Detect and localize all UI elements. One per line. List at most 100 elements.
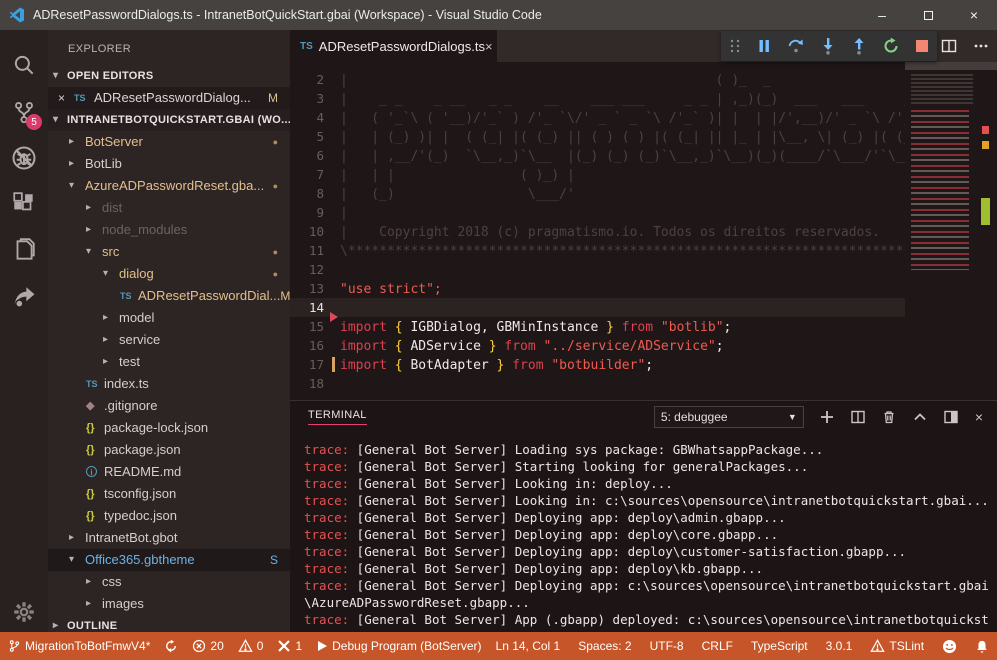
split-editor-icon[interactable]	[941, 38, 957, 54]
terminal-output[interactable]: trace: [General Bot Server] Loading sys …	[290, 433, 997, 645]
step-over-button[interactable]	[787, 37, 805, 55]
close-icon[interactable]: ×	[58, 87, 74, 109]
drag-grip-icon[interactable]	[729, 38, 741, 54]
terminal-tab[interactable]: TERMINAL	[308, 409, 367, 425]
typescript-file-icon: TS	[120, 285, 136, 307]
maximize-panel-icon[interactable]	[913, 410, 927, 424]
explorer-sidebar: EXPLORER ▾ OPEN EDITORS × TS ADResetPass…	[48, 30, 290, 632]
sync-item[interactable]	[164, 639, 178, 653]
code-editor[interactable]: 2| ( )_ _3| _ _ _ __ _ _ __ ___ ___ _ _ …	[290, 62, 997, 400]
tree-item-images[interactable]: ▸images	[48, 593, 290, 615]
line-number: 9	[290, 203, 324, 222]
tree-item-azureadpasswordreset-gba[interactable]: ▾AzureADPasswordReset.gba...●	[48, 175, 290, 197]
move-panel-icon[interactable]	[944, 410, 958, 424]
tree-item-dist[interactable]: ▸dist	[48, 197, 290, 219]
json-file-icon: {}	[86, 417, 102, 439]
new-terminal-icon[interactable]	[820, 410, 834, 424]
open-editors-header[interactable]: ▾ OPEN EDITORS	[48, 65, 290, 87]
tree-item-index-ts[interactable]: TSindex.ts	[48, 373, 290, 395]
editor-scrollbar[interactable]	[980, 62, 997, 400]
extensions-icon[interactable]	[0, 184, 48, 224]
tree-item-css[interactable]: ▸css	[48, 571, 290, 593]
workspace-header[interactable]: ▾ INTRANETBOTQUICKSTART.GBAI (WO...	[48, 109, 290, 131]
line-number: 11	[290, 241, 324, 260]
status-bar: MigrationToBotFmwV4* 20 0 1 Debug Progra…	[0, 632, 997, 660]
tree-item-readme-md[interactable]: iREADME.md	[48, 461, 290, 483]
restart-button[interactable]	[882, 37, 900, 55]
tree-item-typedoc-json[interactable]: {}typedoc.json	[48, 505, 290, 527]
chevron-right-icon: ▸	[103, 351, 117, 373]
chevron-right-icon: ▸	[86, 571, 100, 593]
debug-icon[interactable]	[0, 138, 48, 178]
tree-item-service[interactable]: ▸service	[48, 329, 290, 351]
split-terminal-icon[interactable]	[851, 410, 865, 424]
terminal-line: trace: [General Bot Server] Looking in: …	[304, 492, 992, 509]
tree-item-model[interactable]: ▸model	[48, 307, 290, 329]
eol-item[interactable]: CRLF	[702, 639, 733, 653]
warnings-item[interactable]: 0	[238, 639, 264, 653]
chevron-right-icon: ▸	[69, 527, 83, 549]
open-editor-item[interactable]: × TS ADResetPasswordDialog... M	[48, 87, 290, 109]
tree-item-test[interactable]: ▸test	[48, 351, 290, 373]
tslint-item[interactable]: TSLint	[870, 639, 924, 653]
chevron-right-icon: ▸	[69, 153, 83, 175]
tree-item-office365-gbtheme[interactable]: ▾Office365.gbthemeS	[48, 549, 290, 571]
tree-item-node-modules[interactable]: ▸node_modules	[48, 219, 290, 241]
share-arrow-icon[interactable]	[0, 276, 48, 316]
step-out-button[interactable]	[851, 37, 867, 55]
step-into-button[interactable]	[820, 37, 836, 55]
tree-item-botserver[interactable]: ▸BotServer●	[48, 131, 290, 153]
outline-header[interactable]: ▸ OUTLINE	[48, 615, 290, 632]
tree-item-intranetbot-gbot[interactable]: ▸IntranetBot.gbot	[48, 527, 290, 549]
minimap[interactable]	[905, 62, 980, 400]
code-line-16: 16import { ADService } from "../service/…	[290, 336, 905, 355]
window-title: ADResetPasswordDialogs.ts - IntranetBotQ…	[33, 8, 542, 22]
terminal-selector[interactable]: 5: debuggee ▼	[654, 406, 804, 428]
line-number: 17	[290, 355, 324, 374]
code-line-5: 5| | (_) )| | ( (_| |( (_) || ( ) ( ) |(…	[290, 127, 905, 146]
errors-item[interactable]: 20	[192, 639, 223, 653]
tree-item-tsconfig-json[interactable]: {}tsconfig.json	[48, 483, 290, 505]
maximize-button[interactable]	[905, 0, 951, 30]
tree-item-src[interactable]: ▾src●	[48, 241, 290, 263]
debug-status-item[interactable]: Debug Program (BotServer)	[316, 639, 481, 653]
encoding-item[interactable]: UTF-8	[650, 639, 684, 653]
search-icon[interactable]	[0, 45, 48, 85]
tree-item-package-lock-json[interactable]: {}package-lock.json	[48, 417, 290, 439]
line-number: 14	[290, 298, 324, 317]
more-actions-icon[interactable]	[973, 38, 989, 54]
language-item[interactable]: TypeScript	[751, 639, 808, 653]
line-number: 7	[290, 165, 324, 184]
source-control-badge: 5	[26, 114, 42, 130]
indentation-item[interactable]: Spaces: 2	[578, 639, 631, 653]
close-panel-icon[interactable]: ×	[975, 409, 983, 425]
tools-item[interactable]: 1	[277, 639, 302, 653]
code-line-6: 6| | ,__/'(_) `\__,_)`\__ |(_) (_) (_)`\…	[290, 146, 905, 165]
tab-close-icon[interactable]: ×	[485, 39, 493, 54]
settings-gear-icon[interactable]	[0, 592, 48, 632]
kill-terminal-icon[interactable]	[882, 410, 896, 424]
tree-item-package-json[interactable]: {}package.json	[48, 439, 290, 461]
source-control-icon[interactable]: 5	[0, 92, 48, 132]
cursor-position-item[interactable]: Ln 14, Col 1	[496, 639, 561, 653]
modified-dot: ●	[273, 175, 278, 197]
minimize-button[interactable]: –	[859, 0, 905, 30]
feedback-smiley-icon[interactable]	[942, 639, 957, 654]
git-branch-item[interactable]: MigrationToBotFmwV4*	[8, 639, 150, 653]
terminal-line: trace: [General Bot Server] Deploying ap…	[304, 543, 992, 560]
pause-button[interactable]	[756, 38, 772, 54]
line-number: 6	[290, 146, 324, 165]
tree-item-gitignore[interactable]: ◆.gitignore	[48, 395, 290, 417]
tree-item-adresetpassworddial[interactable]: TSADResetPasswordDial...M	[48, 285, 290, 307]
notifications-bell-icon[interactable]	[975, 639, 989, 654]
tree-item-dialog[interactable]: ▾dialog●	[48, 263, 290, 285]
line-number: 3	[290, 89, 324, 108]
modified-gutter-bar	[332, 357, 335, 372]
pages-icon[interactable]	[0, 230, 48, 270]
close-button[interactable]: ×	[951, 0, 997, 30]
code-line-8: 8| (_) \___/'	[290, 184, 905, 203]
version-item[interactable]: 3.0.1	[826, 639, 853, 653]
tab-adresetpassworddialogs[interactable]: TS ADResetPasswordDialogs.ts ×	[290, 30, 497, 62]
stop-button[interactable]	[915, 39, 929, 53]
tree-item-botlib[interactable]: ▸BotLib	[48, 153, 290, 175]
